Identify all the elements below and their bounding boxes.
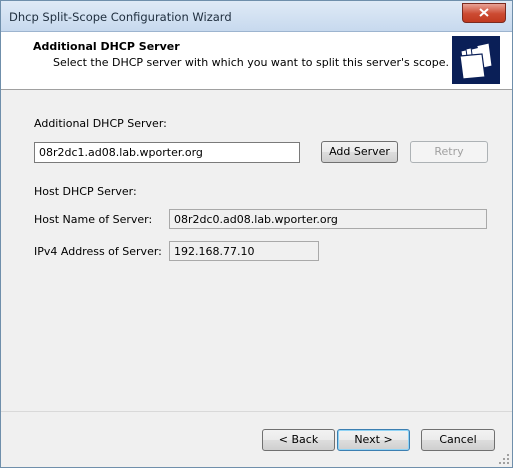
page-subtitle: Select the DHCP server with which you wa… xyxy=(53,56,450,69)
add-server-button[interactable]: Add Server xyxy=(321,141,398,163)
wizard-header: Additional DHCP Server Select the DHCP s… xyxy=(1,32,512,90)
back-button[interactable]: < Back xyxy=(262,429,335,451)
next-button[interactable]: Next > xyxy=(337,429,410,451)
cancel-button[interactable]: Cancel xyxy=(421,429,495,451)
host-server-section-label: Host DHCP Server: xyxy=(34,185,137,198)
close-icon xyxy=(479,8,489,17)
host-name-label: Host Name of Server: xyxy=(34,213,153,226)
ipv4-address-label: IPv4 Address of Server: xyxy=(34,245,162,258)
resize-grip-icon[interactable] xyxy=(498,453,510,465)
additional-server-label: Additional DHCP Server: xyxy=(34,117,167,130)
wizard-window: Dhcp Split-Scope Configuration Wizard Ad… xyxy=(0,0,513,468)
page-title: Additional DHCP Server xyxy=(33,40,180,53)
retry-button[interactable]: Retry xyxy=(410,141,488,163)
ipv4-address-field[interactable]: 192.168.77.10 xyxy=(169,241,319,261)
window-title: Dhcp Split-Scope Configuration Wizard xyxy=(9,10,232,24)
host-name-field[interactable]: 08r2dc0.ad08.lab.wporter.org xyxy=(169,209,487,229)
additional-server-input[interactable]: 08r2dc1.ad08.lab.wporter.org xyxy=(34,142,300,163)
footer-separator xyxy=(1,411,512,412)
close-button[interactable] xyxy=(462,3,506,23)
wizard-folders-icon xyxy=(452,36,500,84)
title-bar[interactable]: Dhcp Split-Scope Configuration Wizard xyxy=(1,1,512,32)
